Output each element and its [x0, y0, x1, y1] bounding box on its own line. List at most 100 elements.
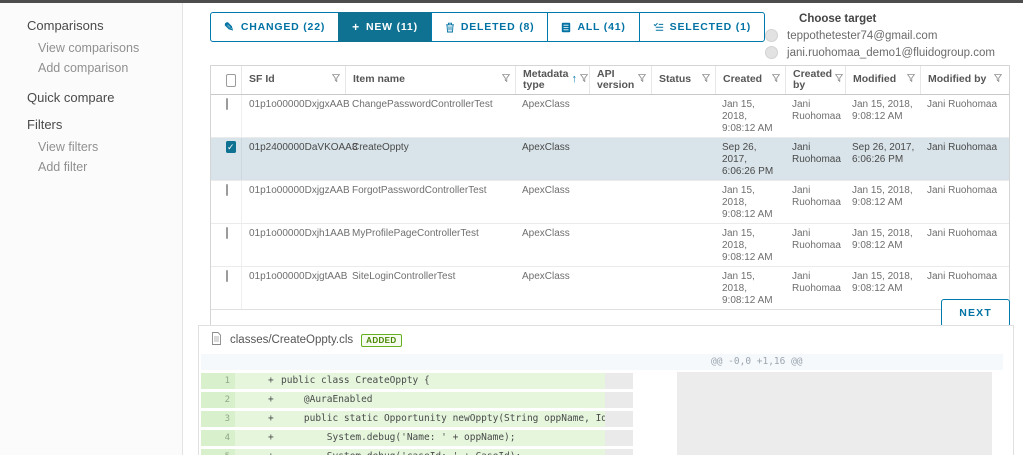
sidebar-item-quick-compare[interactable]: Quick compare — [27, 90, 182, 105]
cell-metadata-type: ApexClass — [515, 95, 589, 137]
sidebar-item-view-filters[interactable]: View filters — [27, 137, 182, 157]
row-checkbox[interactable] — [226, 98, 228, 110]
table-row-selected[interactable]: ✓ 01p2400000DaVKOAA3 CreateOppty ApexCla… — [211, 138, 1009, 181]
column-header-created[interactable]: Created — [715, 66, 785, 94]
next-button-row: NEXT — [210, 299, 1010, 327]
cell-created: Jan 15, 2018, 9:08:12 AM — [715, 224, 785, 266]
table-row[interactable]: 01p1o00000Dxjh1AAB MyProfilePageControll… — [211, 224, 1009, 267]
filter-funnel-icon[interactable] — [994, 74, 1002, 86]
column-header-modified-by[interactable]: Modified by — [920, 66, 1007, 94]
radio-icon[interactable] — [765, 29, 778, 42]
diff-file-header: classes/CreateOppty.cls ADDED — [199, 326, 1013, 353]
row-checkbox-checked[interactable]: ✓ — [226, 141, 236, 153]
cell-modified: Jan 15, 2018, 9:08:12 AM — [845, 224, 920, 266]
deleted-filter-label: DELETED (8) — [461, 21, 535, 33]
column-header-status[interactable]: Status — [651, 66, 715, 94]
diff-old-gutter — [201, 411, 215, 427]
added-status-badge: ADDED — [361, 334, 401, 347]
cell-status — [651, 181, 715, 223]
target-option-1[interactable]: teppothetester74@gmail.com — [765, 29, 995, 42]
diff-right-gutter — [605, 411, 633, 427]
target-email-1: teppothetester74@gmail.com — [787, 30, 937, 42]
column-header-created-by[interactable]: Created by — [785, 66, 845, 94]
next-button[interactable]: NEXT — [941, 299, 1010, 327]
diff-old-gutter — [201, 449, 215, 455]
cell-item-name: ChangePasswordControllerTest — [345, 95, 515, 137]
table-row[interactable]: 01p1o00000DxjgzAAB ForgotPasswordControl… — [211, 181, 1009, 224]
target-option-2[interactable]: jani.ruohomaa_demo1@fluidogroup.com — [765, 46, 995, 59]
sidebar-item-add-filter[interactable]: Add filter — [27, 157, 182, 177]
cell-created-by: Jani Ruohomaa — [785, 95, 845, 137]
deleted-filter-button[interactable]: DELETED (8) — [431, 12, 549, 42]
table-row[interactable]: 01p1o00000DxjgxAAB ChangePasswordControl… — [211, 95, 1009, 138]
cell-sf-id: 01p1o00000Dxjh1AAB — [241, 224, 345, 266]
sidebar-item-add-comparison[interactable]: Add comparison — [27, 58, 182, 78]
column-header-metadata-type[interactable]: Metadata type↑ — [515, 66, 589, 94]
filter-funnel-icon[interactable] — [580, 74, 588, 86]
cell-created: Sep 26, 2017, 6:06:26 PM — [715, 138, 785, 180]
changed-filter-button[interactable]: ✎ CHANGED (22) — [210, 12, 339, 42]
filter-funnel-icon[interactable] — [907, 74, 915, 86]
radio-icon[interactable] — [765, 46, 778, 59]
new-filter-button[interactable]: + NEW (11) — [338, 12, 432, 42]
filter-funnel-icon[interactable] — [638, 74, 646, 86]
diff-line-number: 4 — [215, 430, 235, 446]
filter-funnel-icon[interactable] — [702, 74, 710, 86]
filter-funnel-icon[interactable] — [332, 74, 340, 86]
selected-filter-label: SELECTED (1) — [670, 21, 751, 33]
cell-sf-id: 01p1o00000DxjgxAAB — [241, 95, 345, 137]
row-checkbox[interactable] — [226, 227, 228, 239]
diff-code-text: System.debug('Name: ' + oppName); — [281, 430, 516, 446]
cell-sf-id: 01p2400000DaVKOAA3 — [241, 138, 345, 180]
column-header-api-version[interactable]: API version — [589, 66, 651, 94]
app-window: Comparisons View comparisons Add compari… — [0, 0, 1023, 455]
diff-code-cell: + @AuraEnabled — [235, 392, 605, 408]
sort-ascending-icon[interactable]: ↑ — [572, 74, 578, 86]
cell-created-by: Jani Ruohomaa — [785, 181, 845, 223]
diff-added-sign: + — [268, 411, 281, 427]
diff-old-gutter — [201, 392, 215, 408]
cell-api-version — [589, 181, 651, 223]
cell-metadata-type: ApexClass — [515, 224, 589, 266]
column-header-item-name[interactable]: Item name — [345, 66, 515, 94]
cell-metadata-type: ApexClass — [515, 181, 589, 223]
sidebar-section-comparisons: Comparisons — [27, 18, 182, 33]
all-filter-button[interactable]: ALL (41) — [547, 12, 639, 42]
diff-code-text: public static Opportunity newOppty(Strin… — [281, 411, 605, 427]
diff-right-gutter — [605, 392, 633, 408]
select-all-checkbox[interactable] — [226, 74, 236, 87]
sidebar: Comparisons View comparisons Add compari… — [0, 3, 183, 455]
cell-status — [651, 224, 715, 266]
diff-added-sign: + — [268, 449, 281, 455]
sidebar-item-view-comparisons[interactable]: View comparisons — [27, 38, 182, 58]
row-checkbox[interactable] — [226, 184, 228, 196]
diff-line-number: 1 — [215, 373, 235, 389]
diff-code-cell: + System.debug('caseId: ' + CaseId); — [235, 449, 605, 455]
diff-old-gutter — [201, 373, 215, 389]
diff-right-gutter — [605, 449, 633, 455]
diff-right-gutter — [605, 373, 633, 389]
column-header-modified[interactable]: Modified — [845, 66, 920, 94]
filter-funnel-icon[interactable] — [502, 74, 510, 86]
cell-api-version — [589, 138, 651, 180]
diff-added-sign: + — [268, 430, 281, 446]
column-header-sf-id[interactable]: SF Id — [241, 66, 345, 94]
diff-right-gutter — [605, 430, 633, 446]
diff-code-text: public class CreateOppty { — [281, 373, 430, 389]
pencil-icon: ✎ — [224, 22, 235, 32]
cell-modified-by: Jani Ruohomaa — [920, 224, 1007, 266]
file-icon — [211, 332, 222, 348]
main-content: ✎ CHANGED (22) + NEW (11) DELETED (8) AL… — [184, 3, 1023, 455]
filter-funnel-icon[interactable] — [835, 74, 843, 86]
cell-api-version — [589, 95, 651, 137]
row-checkbox[interactable] — [226, 270, 228, 282]
diff-line-number: 2 — [215, 392, 235, 408]
choose-target-title: Choose target — [799, 13, 995, 25]
diff-added-sign: + — [268, 392, 281, 408]
diff-code-cell: + System.debug('Name: ' + oppName); — [235, 430, 605, 446]
filter-funnel-icon[interactable] — [772, 74, 780, 86]
filter-button-group: ✎ CHANGED (22) + NEW (11) DELETED (8) AL… — [210, 12, 765, 42]
cell-status — [651, 138, 715, 180]
selected-filter-button[interactable]: SELECTED (1) — [639, 12, 765, 42]
diff-body: @@ -0,0 +1,16 @@ 1 +public class CreateO… — [199, 353, 1013, 455]
